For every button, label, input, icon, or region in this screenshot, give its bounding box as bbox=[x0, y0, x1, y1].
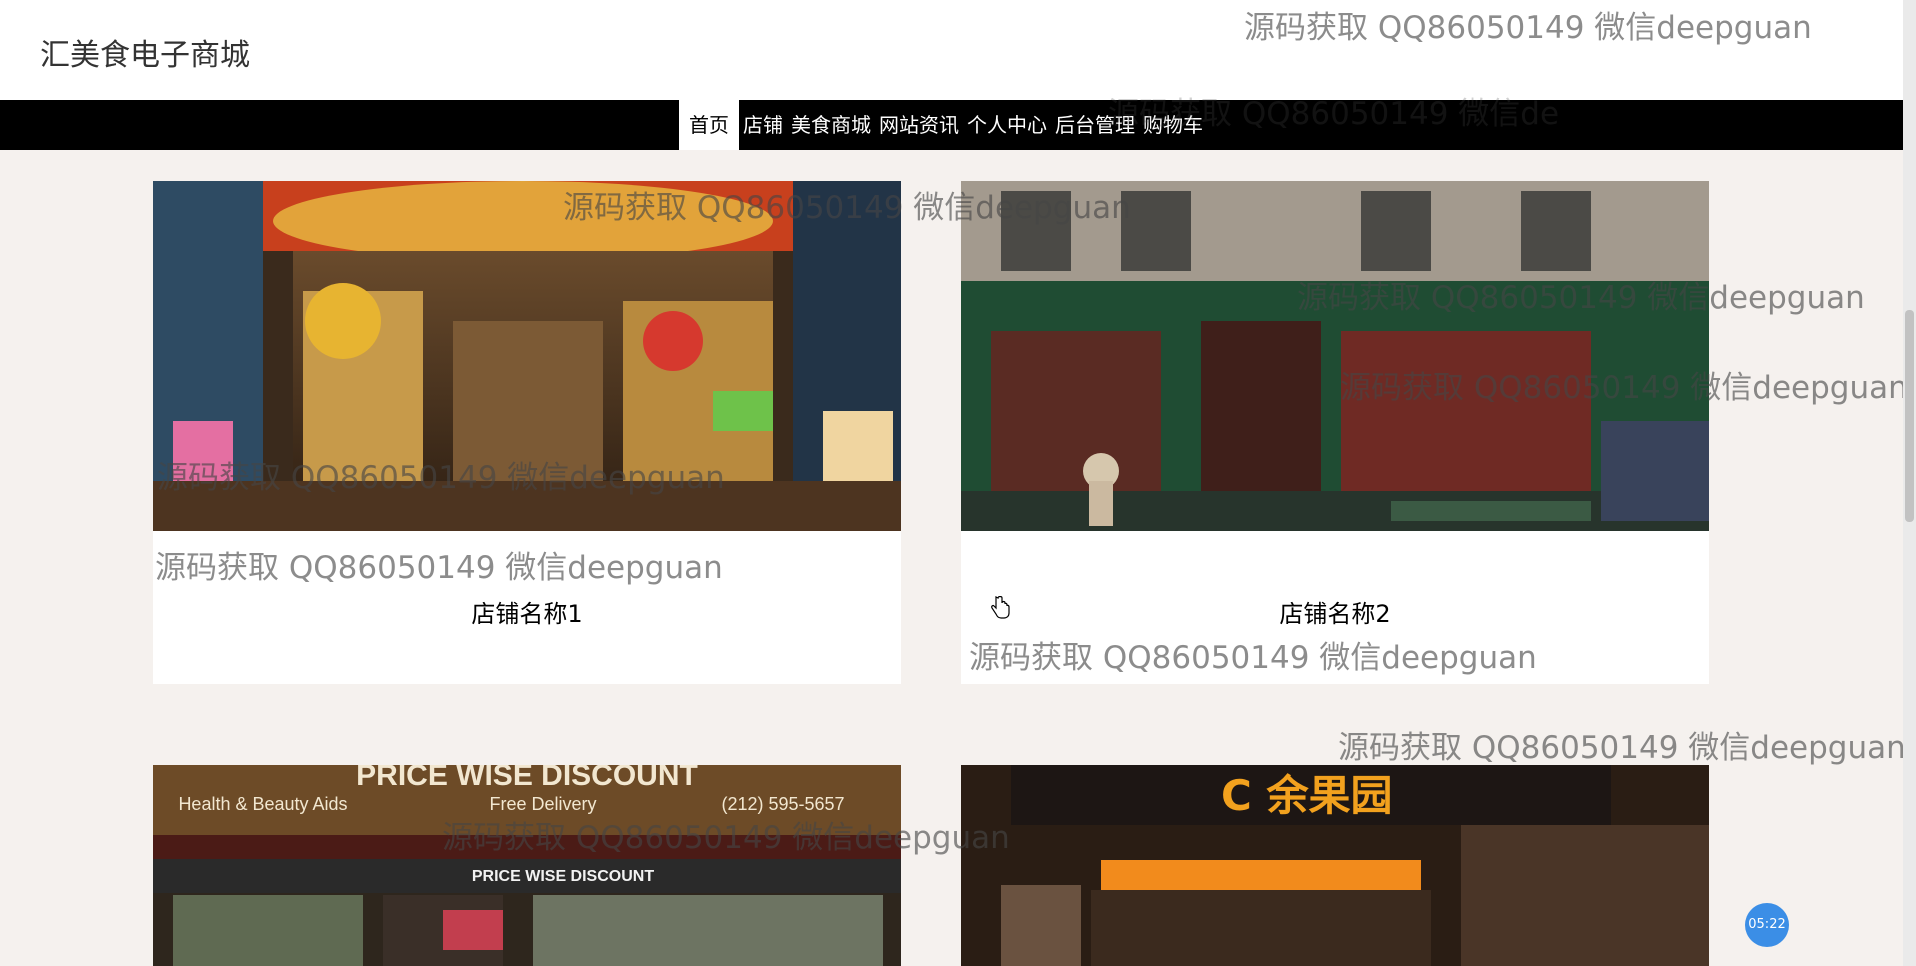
shop-card[interactable]: C 余果园 bbox=[961, 765, 1709, 966]
nav-admin[interactable]: 后台管理 bbox=[1051, 100, 1139, 150]
recording-timer: 05:22 bbox=[1745, 903, 1789, 947]
main-navbar: 首页 店铺 美食商城 网站资讯 个人中心 后台管理 购物车 bbox=[0, 100, 1903, 150]
shop-card[interactable]: 店铺名称2 bbox=[961, 181, 1709, 684]
shop-card[interactable]: 店铺名称1 bbox=[153, 181, 901, 684]
watermark-text: 源码获取 QQ86050149 微信deepguan bbox=[1338, 730, 1906, 766]
scrollbar-thumb[interactable] bbox=[1905, 310, 1914, 522]
shop-image[interactable]: PRICE WISE DISCOUNT Health & Beauty Aids… bbox=[153, 765, 901, 966]
site-title[interactable]: 汇美食电子商城 bbox=[40, 30, 250, 74]
shop-name[interactable]: 店铺名称2 bbox=[961, 594, 1709, 629]
site-header: 汇美食电子商城 bbox=[0, 0, 1903, 100]
nav-food-mall[interactable]: 美食商城 bbox=[787, 100, 875, 150]
shop-image[interactable]: C 余果园 bbox=[961, 765, 1709, 966]
svg-text:PRICE WISE DISCOUNT: PRICE WISE DISCOUNT bbox=[356, 765, 698, 792]
hand-cursor-icon bbox=[990, 595, 1010, 624]
shop-name[interactable]: 店铺名称1 bbox=[153, 594, 901, 629]
svg-text:(212) 595-5657: (212) 595-5657 bbox=[721, 794, 844, 814]
svg-text:Free Delivery: Free Delivery bbox=[489, 794, 596, 814]
shop-card[interactable]: PRICE WISE DISCOUNT Health & Beauty Aids… bbox=[153, 765, 901, 966]
svg-text:Health & Beauty Aids: Health & Beauty Aids bbox=[178, 794, 347, 814]
svg-text:PRICE WISE DISCOUNT: PRICE WISE DISCOUNT bbox=[472, 868, 654, 885]
nav-news[interactable]: 网站资讯 bbox=[875, 100, 963, 150]
svg-text:C 余果园: C 余果园 bbox=[1221, 771, 1392, 820]
shop-image[interactable] bbox=[153, 181, 901, 531]
nav-cart[interactable]: 购物车 bbox=[1139, 100, 1207, 150]
nav-personal-center[interactable]: 个人中心 bbox=[963, 100, 1051, 150]
shop-image[interactable] bbox=[961, 181, 1709, 531]
nav-home[interactable]: 首页 bbox=[679, 100, 739, 150]
nav-shops[interactable]: 店铺 bbox=[739, 100, 787, 150]
